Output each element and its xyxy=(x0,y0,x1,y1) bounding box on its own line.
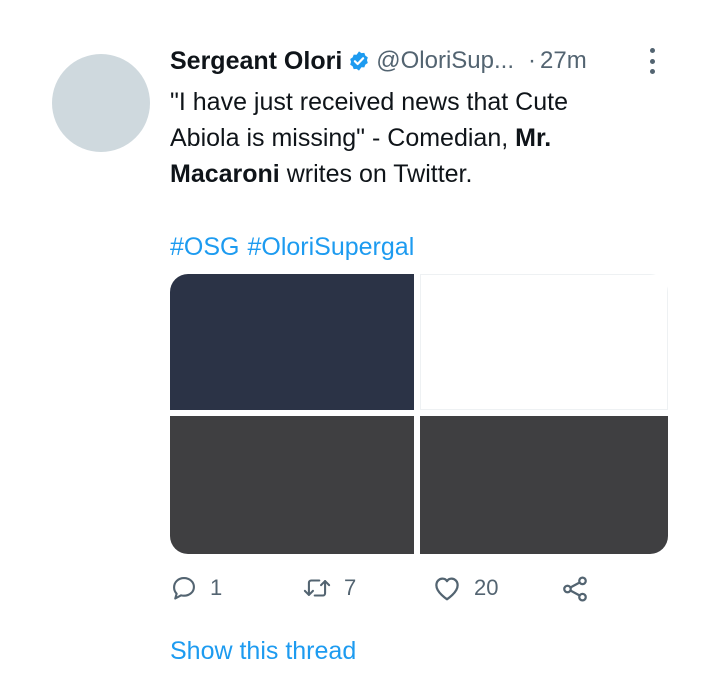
share-icon xyxy=(560,574,590,604)
more-options-icon[interactable] xyxy=(648,48,656,74)
media-image[interactable] xyxy=(170,274,414,410)
reply-icon xyxy=(170,574,198,602)
more-dot xyxy=(649,48,655,53)
separator-dot: · xyxy=(528,47,537,74)
media-image[interactable] xyxy=(420,274,668,410)
retweet-icon xyxy=(302,574,332,602)
hashtag-link[interactable]: #OSG xyxy=(170,233,239,261)
share-button[interactable] xyxy=(560,574,590,604)
verified-badge-icon xyxy=(348,50,370,72)
display-name[interactable]: Sergeant Olori xyxy=(170,47,342,76)
retweet-button[interactable]: 7 xyxy=(302,574,356,602)
user-handle[interactable]: @OloriSup... xyxy=(376,47,514,75)
like-icon xyxy=(432,574,462,602)
like-count: 20 xyxy=(474,575,499,600)
tweet-header: Sergeant Olori @OloriSup... · 27m xyxy=(170,42,670,80)
avatar[interactable] xyxy=(52,54,150,152)
timestamp[interactable]: 27m xyxy=(540,47,587,75)
media-image[interactable] xyxy=(420,416,668,554)
tweet: Sergeant Olori @OloriSup... · 27m "I hav… xyxy=(170,42,670,665)
show-thread-link[interactable]: Show this thread xyxy=(170,637,356,666)
tweet-text-part: writes on Twitter. xyxy=(279,160,473,188)
more-dot xyxy=(649,69,655,74)
more-dot xyxy=(649,58,655,64)
hashtag-link[interactable]: #OloriSupergal xyxy=(247,233,414,261)
reply-button[interactable]: 1 xyxy=(170,574,222,602)
tweet-text-part: "I have just received news that Cute Abi… xyxy=(170,88,568,152)
tweet-text: "I have just received news that Cute Abi… xyxy=(170,84,640,192)
media-image[interactable] xyxy=(170,416,414,554)
media-grid[interactable] xyxy=(170,274,668,554)
hashtags: #OSG #OloriSupergal xyxy=(170,230,670,264)
reply-count: 1 xyxy=(210,575,223,600)
like-button[interactable]: 20 xyxy=(432,574,498,602)
tweet-actions: 1 7 20 xyxy=(170,574,630,610)
retweet-count: 7 xyxy=(344,575,357,600)
